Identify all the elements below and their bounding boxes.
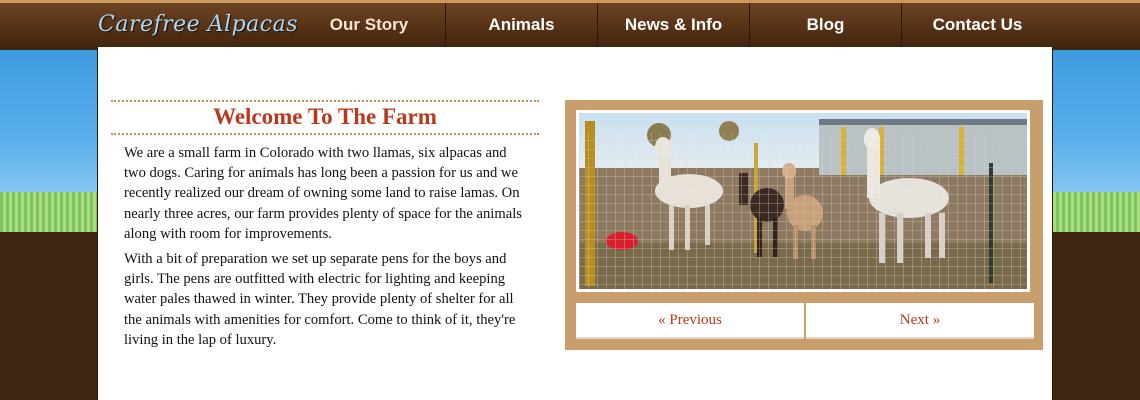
nav-news-info[interactable]: News & Info (597, 3, 749, 50)
welcome-section: Welcome To The Farm We are a small farm … (111, 100, 539, 350)
previous-button[interactable]: « Previous (576, 303, 804, 339)
intro-paragraph-2: With a bit of preparation we set up sepa… (124, 251, 516, 348)
nav-animals[interactable]: Animals (445, 3, 597, 50)
slider-photo (576, 110, 1030, 292)
llamas-in-pen-image (579, 113, 1027, 289)
intro-paragraph-1: We are a small farm in Colorado with two… (124, 145, 522, 242)
main-nav: Our Story Animals News & Info Blog Conta… (293, 3, 1053, 50)
photo-slider: « Previous Next » (565, 100, 1043, 350)
nav-contact-us[interactable]: Contact Us (901, 3, 1053, 50)
nav-blog[interactable]: Blog (749, 3, 901, 50)
site-logo[interactable]: Carefree Alpacas (98, 12, 298, 37)
main-content: Welcome To The Farm We are a small farm … (97, 47, 1053, 400)
site-header: Carefree Alpacas Our Story Animals News … (0, 0, 1140, 50)
nav-our-story[interactable]: Our Story (293, 3, 445, 50)
title-divider: Welcome To The Farm (111, 100, 539, 135)
next-button[interactable]: Next » (806, 303, 1034, 339)
page-title: Welcome To The Farm (213, 104, 437, 129)
